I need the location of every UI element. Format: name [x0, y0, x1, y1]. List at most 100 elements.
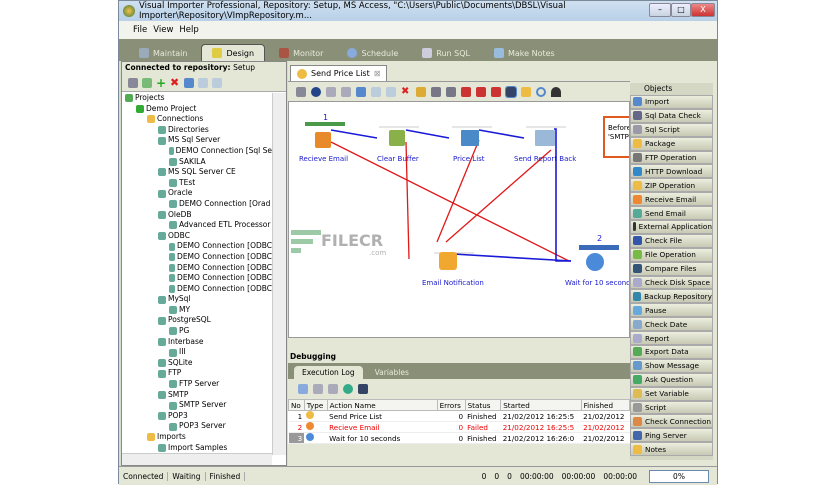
node-email-notification[interactable]: Email Notification — [422, 252, 484, 287]
tab-design[interactable]: Design — [201, 44, 266, 61]
object-notes[interactable]: Notes — [630, 442, 713, 457]
tree-item[interactable]: FTP — [122, 368, 272, 379]
object-receive-email[interactable]: Receive Email — [630, 192, 713, 207]
tab-run-sql[interactable]: Run SQL — [412, 45, 480, 61]
tree-item[interactable]: PG — [122, 326, 272, 337]
object-set-variable[interactable]: Set Variable — [630, 386, 713, 401]
maximize-button[interactable]: □ — [671, 3, 691, 17]
zoom-icon[interactable] — [536, 86, 546, 97]
tab-variables[interactable]: Variables — [367, 366, 417, 379]
object-import[interactable]: Import — [630, 95, 713, 109]
object-package[interactable]: Package — [630, 136, 713, 151]
col-type[interactable]: Type — [303, 399, 328, 411]
object-check-disk-space[interactable]: Check Disk Space — [630, 275, 713, 290]
preview-icon[interactable] — [328, 384, 338, 394]
tree-item[interactable]: SMTP — [122, 390, 272, 401]
properties-icon[interactable] — [128, 77, 138, 88]
log-row[interactable]: 1 Send Price List 0 Finished 21/02/2012 16:2… — [288, 410, 630, 422]
node-send-report-back[interactable]: Send Report Back — [514, 130, 577, 163]
object-external-application[interactable]: External Application — [630, 220, 713, 234]
tree-item[interactable]: Demo Project — [122, 104, 272, 115]
tree-item[interactable]: DEMO Connection [Orad — [122, 199, 272, 210]
paste-icon[interactable] — [386, 86, 396, 97]
node-price-list[interactable]: Price List — [453, 130, 485, 163]
col-no[interactable]: No — [288, 399, 305, 411]
tree-vertical-scrollbar[interactable] — [272, 93, 286, 455]
align-icon[interactable] — [431, 86, 441, 97]
tab-execution-log[interactable]: Execution Log — [294, 366, 363, 379]
tree-item[interactable]: DEMO Connection [Sql Se — [122, 146, 272, 157]
object-file-operation[interactable]: File Operation — [630, 247, 713, 262]
tree-item[interactable]: ODBC — [122, 231, 272, 242]
calendar-icon[interactable] — [476, 86, 486, 97]
tree-item[interactable]: III — [122, 347, 272, 358]
tree-item[interactable]: SAKILA — [122, 157, 272, 168]
tab-maintain[interactable]: Maintain — [129, 45, 197, 61]
workflow-diagram[interactable]: FILECR .com 1 2 Recieve Email Clear Buff… — [289, 102, 635, 337]
object-export-data[interactable]: Export Data — [630, 345, 713, 359]
tree-item[interactable]: DEMO Connection [ODBC — [122, 263, 272, 274]
menu-view[interactable]: View — [153, 25, 173, 35]
delete-icon[interactable]: ✖ — [401, 86, 411, 97]
tab-schedule[interactable]: Schedule — [337, 45, 408, 61]
tree-item[interactable]: DEMO Connection [ODBC — [122, 273, 272, 284]
minimize-button[interactable]: – — [649, 3, 671, 17]
object-script[interactable]: Script — [630, 400, 713, 415]
tree-item[interactable]: SQLite — [122, 358, 272, 369]
calendar-icon[interactable] — [461, 86, 471, 97]
col-action-name[interactable]: Action Name — [326, 399, 438, 411]
cut-icon[interactable] — [184, 77, 194, 88]
add-icon[interactable]: + — [156, 77, 166, 89]
object-report[interactable]: Report — [630, 331, 713, 346]
object-zip-operation[interactable]: ZIP Operation — [630, 178, 713, 193]
object-ping-server[interactable]: Ping Server — [630, 428, 713, 443]
cut-icon[interactable] — [356, 86, 366, 97]
message-icon[interactable] — [298, 384, 308, 394]
tree-item[interactable]: MySql — [122, 294, 272, 305]
delete-icon[interactable]: ✖ — [170, 77, 180, 88]
tree-item[interactable]: Projects — [122, 93, 272, 104]
tree-item[interactable]: Directories — [122, 125, 272, 136]
clear-icon[interactable] — [416, 86, 426, 97]
tree-item[interactable]: POP3 Server — [122, 421, 272, 432]
object-ftp-operation[interactable]: FTP Operation — [630, 150, 713, 165]
object-backup-repository[interactable]: Backup Repository — [630, 289, 713, 304]
object-sql-script[interactable]: Sql Script — [630, 122, 713, 137]
document-tab[interactable]: Send Price List ⊠ — [290, 65, 388, 81]
calendar-icon[interactable] — [491, 86, 501, 97]
tree-item[interactable]: Connections — [122, 114, 272, 125]
object-ask-question[interactable]: Ask Question — [630, 372, 713, 387]
col-errors[interactable]: Errors — [436, 399, 466, 411]
tree-item[interactable]: TEst — [122, 178, 272, 189]
col-finished[interactable]: Finished — [580, 399, 631, 411]
tree-horizontal-scrollbar[interactable] — [122, 453, 272, 465]
tree-item[interactable]: Oracle — [122, 188, 272, 199]
properties-icon[interactable] — [296, 86, 306, 97]
refresh-icon[interactable] — [142, 77, 152, 88]
object-pause[interactable]: Pause — [630, 303, 713, 318]
tree-item[interactable]: DEMO Connection [ODBC — [122, 284, 272, 295]
log-row[interactable]: 2 Recieve Email 0 Failed 21/02/2012 16:25:5 2… — [288, 421, 630, 433]
tab-monitor[interactable]: Monitor — [269, 45, 333, 61]
col-status[interactable]: Status — [464, 399, 502, 411]
tab-make-notes[interactable]: Make Notes — [484, 45, 565, 61]
tree-item[interactable]: Advanced ETL Processor — [122, 220, 272, 231]
preview-icon[interactable] — [341, 86, 351, 97]
tree-item[interactable]: MY — [122, 305, 272, 316]
object-sql-data-check[interactable]: Sql Data Check — [630, 108, 713, 123]
object-http-download[interactable]: HTTP Download — [630, 164, 713, 179]
tree-item[interactable]: Interbase — [122, 337, 272, 348]
object-check-file[interactable]: Check File — [630, 233, 713, 248]
tree-item[interactable]: OleDB — [122, 210, 272, 221]
web-icon[interactable] — [343, 384, 353, 394]
object-check-date[interactable]: Check Date — [630, 317, 713, 332]
note-icon[interactable] — [521, 86, 531, 97]
close-tab-icon[interactable]: ⊠ — [374, 69, 381, 78]
paste-icon[interactable] — [212, 77, 222, 88]
print-icon[interactable] — [326, 86, 336, 97]
tree-item[interactable]: Import Samples — [122, 443, 272, 454]
note-box[interactable]: Before'SMTP — [603, 116, 635, 158]
copy-icon[interactable] — [371, 86, 381, 97]
magnet-icon[interactable] — [551, 86, 561, 97]
export-icon[interactable] — [358, 384, 368, 394]
